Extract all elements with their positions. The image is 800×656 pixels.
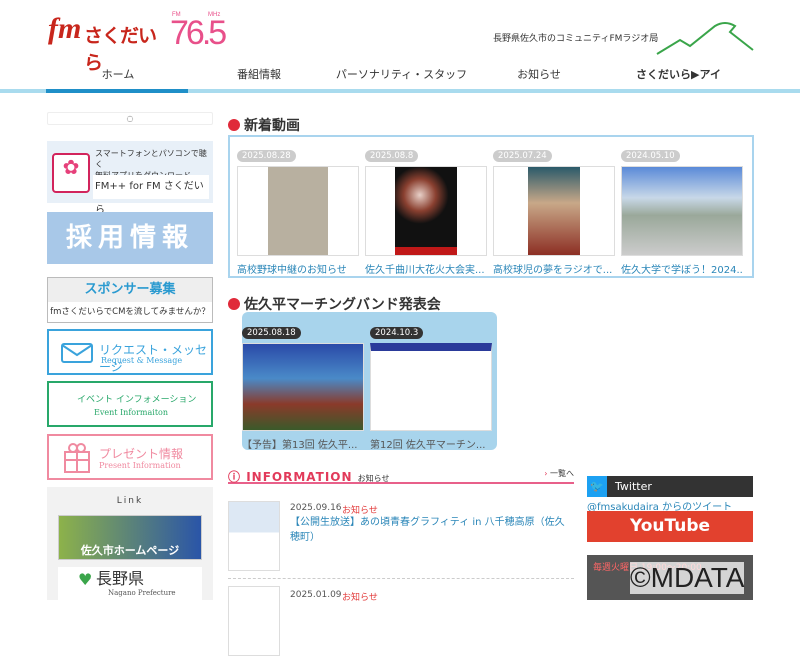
twitter-icon: 🐦 [587, 476, 607, 497]
link-section: Link 佐久市ホームページ ♥ 長野県 Nagano Prefecture [47, 487, 213, 600]
video-thumbnail [493, 166, 615, 256]
loader: ◌ [47, 112, 213, 125]
video-card[interactable]: 2024.05.10 佐久大学で学ぼう！2024... [621, 143, 743, 276]
sponsor-banner[interactable]: スポンサー募集 fmさくだいらでCMを流してみませんか？ [47, 277, 213, 323]
video-card[interactable]: 2025.08.18 【予告】第13回 佐久平... [242, 320, 364, 451]
gift-icon [64, 443, 90, 473]
video-thumbnail [621, 166, 743, 256]
present-button[interactable]: プレゼント情報 Present Information [47, 434, 213, 480]
link-title: Link [116, 496, 144, 506]
nav-sakudaira-ai[interactable]: さくだいら▶アイ [604, 62, 753, 88]
news-title[interactable]: 【公開生放送】あの頃青春グラフィティ in 八千穂高原（佐久穂町） [290, 515, 574, 545]
new-videos-panel: 2025.08.28 高校野球中継のお知らせ 2025.08.8 佐久千曲川大花火大… [228, 135, 754, 278]
marching-heading: 佐久平マーチングバンド発表会 [228, 294, 441, 314]
watermark: ©MDATA [630, 562, 745, 594]
video-thumbnail [365, 166, 487, 256]
new-videos-heading: 新着動画 [228, 115, 300, 135]
video-card[interactable]: 2025.07.24 高校球児の夢をラジオで... [493, 143, 615, 276]
section-icon [228, 298, 240, 310]
video-thumbnail [242, 343, 364, 431]
event-label: イベント インフォメーション [77, 395, 197, 405]
frequency-unit-right: MHz [208, 12, 221, 18]
request-button[interactable]: リクエスト・メッセージ Request & Message [47, 329, 213, 375]
divider [228, 578, 574, 579]
nav-personality[interactable]: パーソナリティ・スタッフ [329, 62, 474, 88]
video-thumbnail [370, 343, 492, 431]
frequency-logo: 76.5 FM MHz [170, 12, 227, 54]
app-icon: ✿ [52, 153, 90, 193]
video-card[interactable]: 2025.08.8 佐久千曲川大花火大会実... [365, 143, 487, 276]
app-name: FM++ for FM さくだいら [93, 175, 209, 216]
event-sublabel: Event Informaiton [94, 408, 169, 417]
nagano-pref-banner[interactable]: ♥ 長野県 Nagano Prefecture [58, 567, 202, 600]
main-nav: ホーム 番組情報 パーソナリティ・スタッフ お知らせ さくだいら▶アイ [47, 62, 753, 88]
event-button[interactable]: イベント インフォメーション Event Informaiton [47, 381, 213, 427]
news-thumbnail [228, 501, 280, 571]
nav-active-indicator [46, 89, 188, 93]
mountain-icon [656, 22, 754, 55]
marching-panel: 2025.08.18 【予告】第13回 佐久平... 2024.10.3 第12回 … [242, 312, 497, 451]
present-label: プレゼント情報 [99, 447, 184, 461]
app-line1: スマートフォンとパソコンで聴く [95, 149, 207, 169]
information-heading: ⓘ INFORMATION お知らせ › 一覧へ [228, 466, 574, 484]
recruit-banner[interactable]: 採用情報 [47, 212, 213, 264]
nagano-pref-label: 長野県 [96, 569, 145, 588]
video-card[interactable]: 2024.10.3 第12回 佐久平マーチン... [370, 320, 492, 451]
info-icon: ⓘ INFORMATION [228, 470, 353, 484]
twitter-header[interactable]: 🐦 Twitter [587, 476, 753, 497]
present-sublabel: Present Information [99, 461, 181, 470]
nav-programs[interactable]: 番組情報 [189, 62, 329, 88]
saku-city-banner[interactable]: 佐久市ホームページ [58, 515, 202, 560]
video-card[interactable]: 2025.08.28 高校野球中継のお知らせ [237, 143, 359, 276]
nav-home[interactable]: ホーム [47, 62, 189, 88]
tagline: 長野県佐久市のコミュニティFMラジオ局 [493, 34, 659, 44]
request-sublabel: Request & Message [101, 356, 183, 365]
nagano-heart-icon: ♥ [78, 570, 93, 589]
sponsor-title: スポンサー募集 [48, 278, 212, 302]
nagano-pref-en-label: Nagano Prefecture [108, 589, 176, 597]
more-link[interactable]: › 一覧へ [544, 468, 574, 479]
news-thumbnail [228, 586, 280, 656]
site-logo[interactable]: fm さくだいら [48, 12, 168, 74]
mail-icon [61, 343, 93, 363]
frequency-value: 76.5 [170, 14, 227, 52]
video-thumbnail [237, 166, 359, 256]
youtube-banner[interactable]: YouTube [587, 511, 753, 542]
frequency-unit-left: FM [172, 12, 181, 18]
nav-news[interactable]: お知らせ [474, 62, 604, 88]
app-download-banner[interactable]: ✿ スマートフォンとパソコンで聴く無料アプリをダウンロード FM++ for F… [47, 141, 213, 216]
section-icon [228, 119, 240, 131]
sponsor-subtitle: fmさくだいらでCMを流してみませんか？ [50, 307, 210, 317]
